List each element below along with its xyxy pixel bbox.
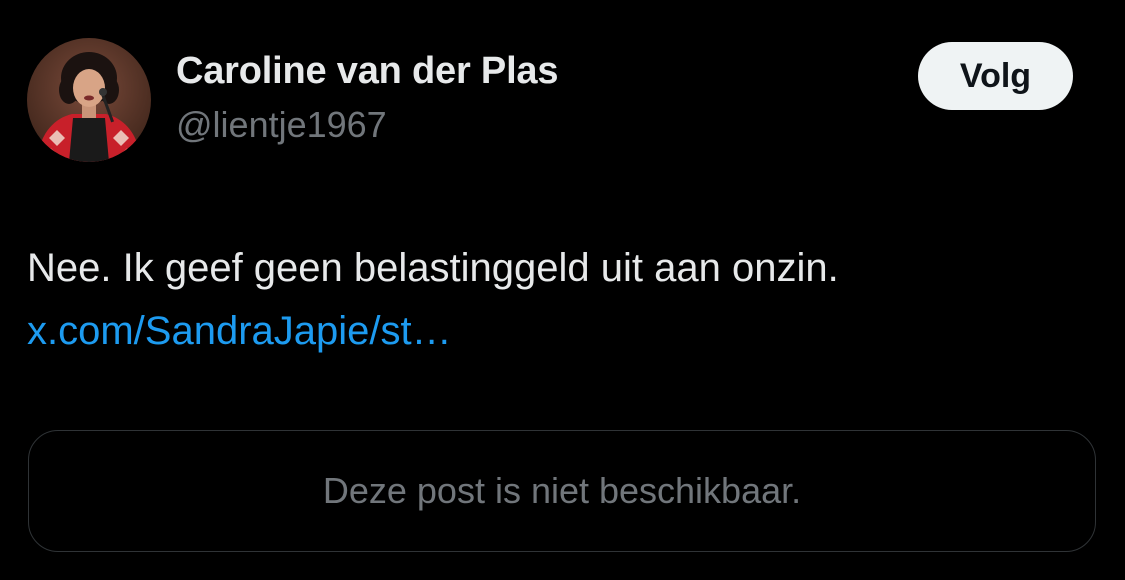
- quoted-post-card[interactable]: Deze post is niet beschikbaar.: [28, 430, 1096, 552]
- post-text: Nee. Ik geef geen belastinggeld uit aan …: [27, 246, 839, 290]
- post-link[interactable]: x.com/SandraJapie/st…: [27, 303, 452, 359]
- tweet: Caroline van der Plas @lientje1967 Volg …: [0, 0, 1125, 580]
- follow-button[interactable]: Volg: [918, 42, 1073, 110]
- author-handle[interactable]: @lientje1967: [176, 104, 387, 146]
- avatar[interactable]: [27, 38, 151, 162]
- author-display-name[interactable]: Caroline van der Plas: [176, 50, 558, 93]
- profile-photo-icon: [27, 38, 151, 162]
- quoted-post-unavailable-message: Deze post is niet beschikbaar.: [322, 470, 802, 511]
